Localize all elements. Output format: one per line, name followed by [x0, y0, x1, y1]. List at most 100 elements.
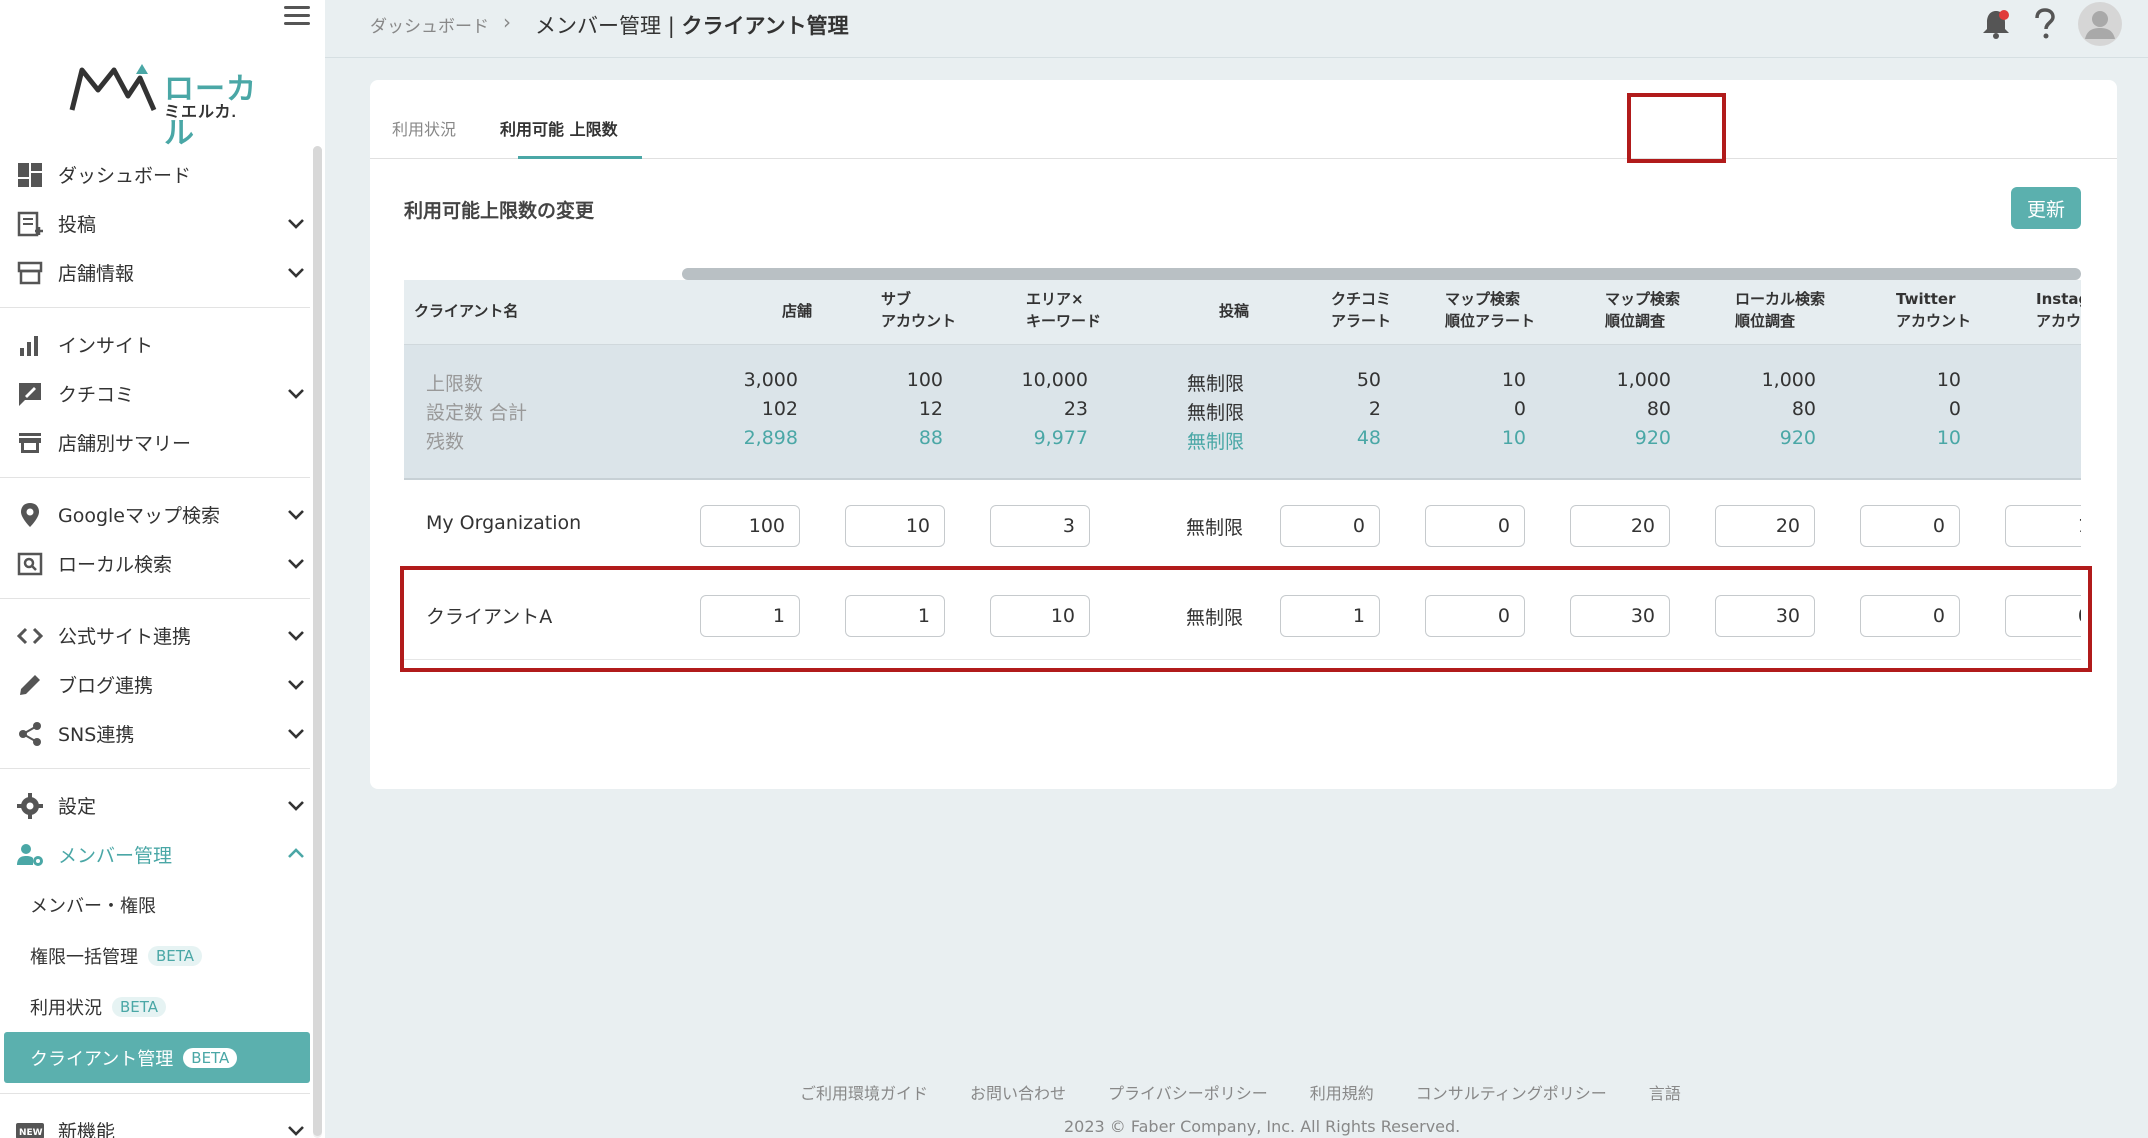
sidebar-item-dashboard[interactable]: ダッシュボード: [0, 150, 312, 199]
member-settings-icon: [16, 841, 44, 869]
column-header-instagram-account: Instagアカウ: [2036, 290, 2081, 330]
store-icon: [16, 259, 44, 287]
sidebar-subitem-label: 利用状況: [30, 997, 102, 1019]
sidebar-scrollbar[interactable]: [313, 146, 322, 1136]
limit-input[interactable]: 100: [700, 505, 800, 547]
column-header-twitter-account: Twitter アカウント: [1896, 290, 1972, 330]
sidebar-item-member-management[interactable]: メンバー管理: [0, 830, 312, 879]
sidebar-item-label: ローカル検索: [58, 554, 173, 576]
sidebar-divider: [0, 1093, 310, 1094]
sidebar-item-official-site[interactable]: 公式サイト連携: [0, 611, 312, 660]
limit-input[interactable]: 0: [1425, 505, 1525, 547]
sidebar-item-insight[interactable]: インサイト: [0, 320, 312, 369]
summary-total-value: 80: [1646, 398, 1671, 420]
sidebar-subitem-usage[interactable]: 利用状況 BETA: [0, 981, 312, 1032]
section-title: 利用可能上限数の変更: [404, 200, 595, 222]
sidebar-item-label: SNS連携: [58, 724, 135, 746]
sidebar-item-label: 設定: [58, 796, 97, 818]
sidebar-item-label: 公式サイト連携: [58, 626, 192, 648]
page-title: メンバー管理 | クライアント管理: [535, 10, 849, 40]
sidebar-item-local-search[interactable]: ローカル検索: [0, 539, 312, 588]
column-header-post: 投稿: [1219, 302, 1250, 320]
beta-badge: BETA: [183, 1047, 238, 1068]
summary-total-value: 0: [1513, 398, 1526, 420]
copyright: 2023 © Faber Company, Inc. All Rights Re…: [1064, 1117, 1461, 1136]
summary-limit-value: 3,000: [743, 369, 798, 391]
avatar[interactable]: [2078, 2, 2122, 46]
sidebar-item-label: 投稿: [58, 214, 97, 236]
summary-limit-value: 10,000: [1021, 369, 1088, 391]
limit-input[interactable]: 20: [1570, 505, 1670, 547]
sidebar-item-label: インサイト: [58, 335, 154, 357]
sidebar-divider: [0, 307, 310, 308]
summary-label-remaining: 残数: [426, 431, 465, 453]
footer-links: ご利用環境ガイド お問い合わせ プライバシーポリシー 利用規約 コンサルティング…: [800, 1080, 1681, 1104]
limit-input[interactable]: 3: [990, 505, 1090, 547]
sidebar-subitem-bulk-permissions[interactable]: 権限一括管理 BETA: [0, 930, 312, 981]
sidebar-subitem-label: 権限一括管理: [30, 946, 138, 968]
sidebar-item-label: メンバー管理: [58, 845, 173, 867]
post-icon: [16, 210, 44, 238]
sidebar: ローカル ミエルカ. ダッシュボード 投稿 店舗情報 インサイト クチコミ 店舗…: [0, 0, 325, 1138]
breadcrumb-separator: ›: [503, 10, 511, 34]
sidebar-item-sns[interactable]: SNS連携: [0, 709, 312, 758]
chevron-up-icon: [288, 848, 304, 858]
tab-usage[interactable]: 利用状況: [392, 116, 456, 140]
summary-limit-value: 100: [906, 369, 943, 391]
footer-link-terms[interactable]: 利用規約: [1310, 1080, 1374, 1104]
chevron-down-icon: [288, 631, 304, 641]
chevron-down-icon: [288, 1126, 304, 1136]
share-icon: [16, 720, 44, 748]
sidebar-item-label: Googleマップ検索: [58, 505, 221, 527]
summary-total-value: 80: [1791, 398, 1816, 420]
footer-link-language[interactable]: 言語: [1649, 1080, 1681, 1104]
footer-link-consulting-policy[interactable]: コンサルティングポリシー: [1416, 1080, 1607, 1104]
update-button[interactable]: 更新: [2011, 187, 2081, 229]
limit-input[interactable]: 0: [1280, 505, 1380, 547]
sidebar-divider: [0, 768, 310, 769]
footer-link-privacy[interactable]: プライバシーポリシー: [1108, 1080, 1268, 1104]
limit-input[interactable]: 20: [1715, 505, 1815, 547]
column-header-client-name: クライアント名: [414, 302, 519, 320]
notification-bell-icon[interactable]: [1980, 7, 2012, 41]
sidebar-item-post[interactable]: 投稿: [0, 199, 312, 248]
breadcrumb-dashboard[interactable]: ダッシュボード: [370, 12, 489, 37]
map-pin-icon: [16, 501, 44, 529]
limit-input[interactable]: 1: [2005, 505, 2081, 547]
summary-total-value: 2: [1368, 398, 1381, 420]
limit-input[interactable]: 10: [845, 505, 945, 547]
tab-limits[interactable]: 利用可能 上限数: [500, 116, 618, 140]
summary-total-value: 12: [918, 398, 943, 420]
sidebar-item-google-map[interactable]: Googleマップ検索: [0, 490, 312, 539]
summary-total-value: 102: [761, 398, 798, 420]
active-tab-indicator: [518, 156, 642, 159]
help-icon[interactable]: [2032, 7, 2058, 41]
column-header-area-keyword: エリア× キーワード: [1026, 290, 1102, 330]
sidebar-item-blog[interactable]: ブログ連携: [0, 660, 312, 709]
highlight-update-button: [1627, 93, 1726, 163]
sidebar-item-store-summary[interactable]: 店舗別サマリー: [0, 418, 312, 467]
table-horizontal-scrollbar[interactable]: [682, 268, 2081, 280]
sidebar-item-review[interactable]: クチコミ: [0, 369, 312, 418]
beta-badge: BETA: [148, 945, 203, 966]
sidebar-item-store-info[interactable]: 店舗情報: [0, 248, 312, 297]
summary-limit-value: 10: [1936, 369, 1961, 391]
sidebar-subitem-client-management[interactable]: クライアント管理 BETA: [4, 1032, 310, 1083]
highlight-client-row: [400, 566, 2092, 672]
footer-link-environment-guide[interactable]: ご利用環境ガイド: [800, 1080, 928, 1104]
footer-link-contact[interactable]: お問い合わせ: [970, 1080, 1066, 1104]
new-icon: NEW: [16, 1117, 44, 1138]
sidebar-subitem-members[interactable]: メンバー・権限: [0, 879, 312, 930]
summary-row: 上限数 設定数 合計 残数 3,000 100 10,000 無制限 50 10 1,000…: [404, 345, 2081, 480]
sidebar-item-label: ダッシュボード: [58, 165, 192, 187]
sidebar-item-new-features[interactable]: NEW 新機能: [0, 1106, 312, 1138]
menu-toggle-icon[interactable]: [284, 6, 310, 26]
insight-icon: [16, 331, 44, 359]
pencil-icon: [16, 671, 44, 699]
sidebar-item-label: 店舗別サマリー: [58, 433, 192, 455]
sidebar-item-settings[interactable]: 設定: [0, 781, 312, 830]
limit-input[interactable]: 0: [1860, 505, 1960, 547]
summary-remaining-value: 2,898: [743, 427, 798, 449]
summary-remaining-value: 10: [1936, 427, 1961, 449]
table-header: クライアント名 店舗 サブ アカウント エリア× キーワード 投稿 クチコミ アラート…: [404, 280, 2081, 345]
